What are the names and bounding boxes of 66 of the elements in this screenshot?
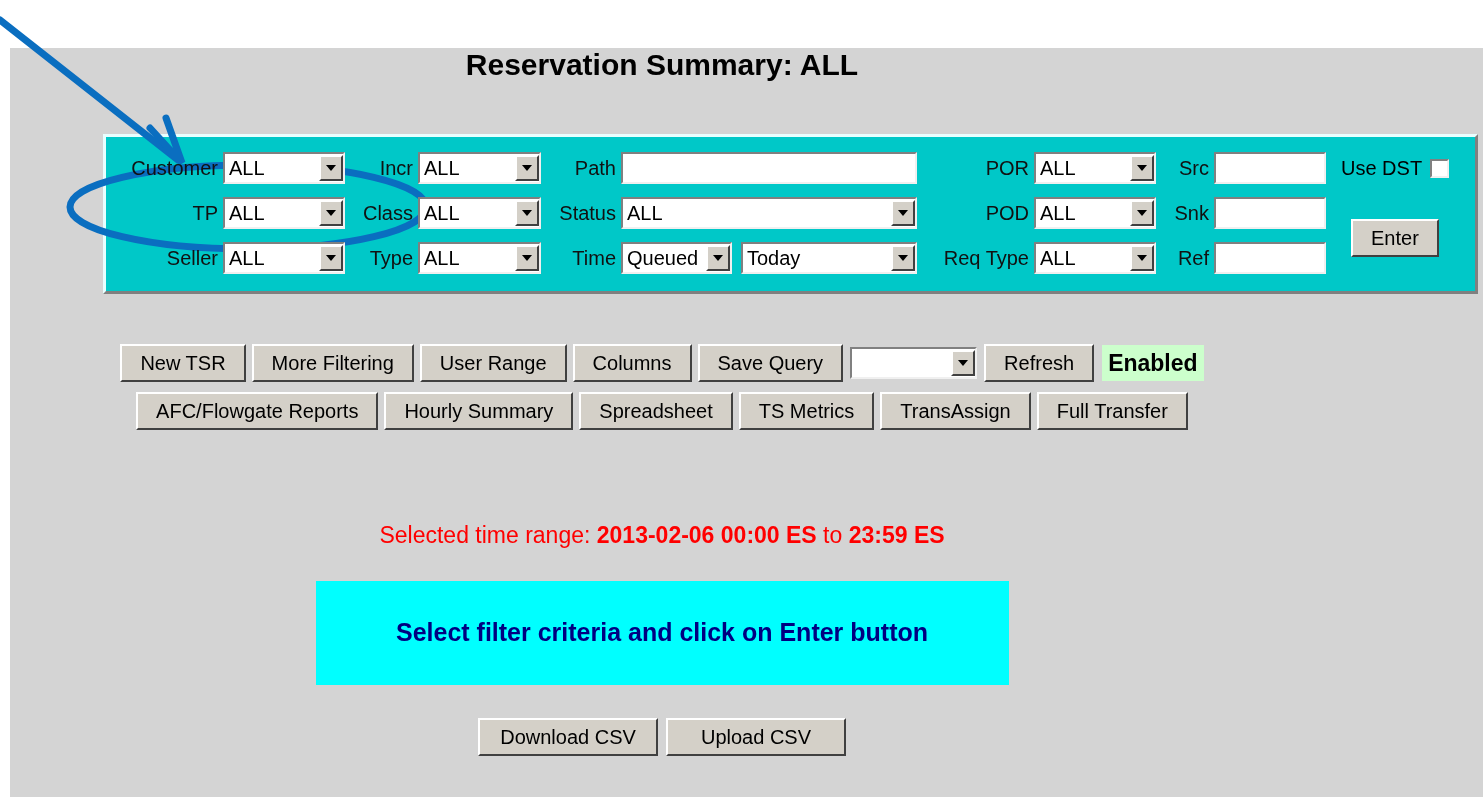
text-field[interactable]: [1214, 197, 1326, 229]
field-label: Customer: [131, 156, 218, 181]
button[interactable]: Full Transfer: [1036, 392, 1188, 430]
button[interactable]: Download CSV: [478, 717, 658, 756]
select-field[interactable]: [850, 347, 978, 379]
field-label: Ref: [1177, 246, 1209, 271]
field-label: Time: [572, 246, 616, 271]
status-badge: Enabled: [1102, 344, 1204, 382]
field-label: Type: [369, 246, 413, 271]
checkbox[interactable]: [1430, 158, 1450, 178]
select-field[interactable]: ALL: [418, 152, 541, 184]
select-field[interactable]: ALL: [1034, 242, 1156, 274]
field-label: Seller: [166, 246, 218, 271]
button[interactable]: New TSR: [120, 344, 246, 382]
select-field[interactable]: Today: [741, 242, 917, 274]
select-field[interactable]: ALL: [621, 197, 917, 229]
field-label: Use DST: [1341, 156, 1423, 181]
field-label: Class: [363, 201, 413, 226]
field-label: Src: [1179, 156, 1209, 181]
caret-icon: [898, 255, 908, 261]
caret-icon: [326, 210, 336, 216]
button[interactable]: Upload CSV: [666, 717, 846, 756]
select-field[interactable]: Queued: [621, 242, 732, 274]
select-field[interactable]: ALL: [1034, 152, 1156, 184]
button[interactable]: More Filtering: [251, 344, 414, 382]
caret-icon: [326, 165, 336, 171]
button[interactable]: AFC/Flowgate Reports: [136, 392, 379, 430]
caret-icon: [713, 255, 723, 261]
button[interactable]: Save Query: [697, 344, 844, 382]
select-field[interactable]: ALL: [1034, 197, 1156, 229]
select-field[interactable]: ALL: [223, 152, 345, 184]
button[interactable]: Hourly Summary: [384, 392, 574, 430]
caret-icon: [958, 360, 969, 366]
select-field[interactable]: ALL: [418, 197, 541, 229]
caret-icon: [522, 210, 532, 216]
select-field[interactable]: ALL: [223, 242, 345, 274]
field-label: Req Type: [943, 246, 1029, 271]
field-label: POR: [985, 156, 1029, 181]
message-box: Select filter criteria and click on Enter button: [315, 580, 1009, 685]
caret-icon: [522, 165, 532, 171]
button[interactable]: User Range: [419, 344, 567, 382]
button[interactable]: Enter: [1351, 218, 1439, 257]
caret-icon: [326, 255, 336, 261]
caret-icon: [1137, 210, 1147, 216]
button[interactable]: Columns: [572, 344, 692, 382]
field-label: POD: [985, 201, 1029, 226]
caret-icon: [1137, 165, 1147, 171]
button[interactable]: Spreadsheet: [579, 392, 733, 430]
select-field[interactable]: ALL: [223, 197, 345, 229]
field-label: Incr: [379, 156, 413, 181]
button[interactable]: TransAssign: [880, 392, 1031, 430]
select-field[interactable]: ALL: [418, 242, 541, 274]
button[interactable]: Refresh: [984, 344, 1095, 382]
button[interactable]: TS Metrics: [738, 392, 875, 430]
text-field[interactable]: [1214, 242, 1326, 274]
field-label: Path: [574, 156, 616, 181]
field-label: Snk: [1174, 201, 1209, 226]
caret-icon: [898, 210, 908, 216]
text-field[interactable]: [621, 152, 917, 184]
page-title: Reservation Summary: ALL: [465, 50, 859, 80]
field-label: TP: [192, 201, 218, 226]
time-range-text: Selected time range: 2013-02-06 00:00 ES to 23:59 ES: [379, 521, 945, 550]
caret-icon: [1137, 255, 1147, 261]
text-field[interactable]: [1214, 152, 1326, 184]
field-label: Status: [559, 201, 616, 226]
caret-icon: [522, 255, 532, 261]
